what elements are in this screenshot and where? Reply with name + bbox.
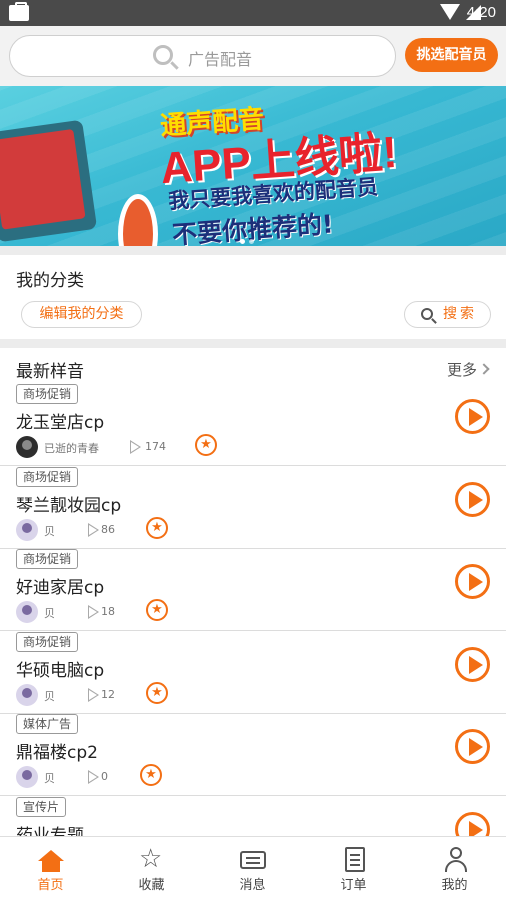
author-name: 贝 [44,525,55,538]
sample-name: 鼎福楼cp2 [16,743,98,763]
avatar [16,519,38,541]
play-count-icon [88,688,99,702]
promo-banner[interactable]: 通声配音 APP上线啦! 我只要我喜欢的配音员 不要你推荐的! [0,86,506,246]
status-time: 4:20 [466,4,496,21]
list-item[interactable]: 商场促销 华硕电脑cp 贝 12 ★ [0,632,506,714]
favorite-star-icon[interactable]: ★ [195,434,217,456]
sample-name: 药业专题 [16,826,84,836]
play-button[interactable] [455,399,490,434]
play-count-icon [88,523,99,537]
play-count-icon [130,440,141,454]
author-name: 贝 [44,772,55,785]
category-tag: 媒体广告 [16,714,79,734]
category-tag: 商场促销 [16,632,79,652]
author-name: 贝 [44,690,55,703]
my-category-section: 我的分类 编辑我的分类 搜索 [0,255,506,339]
nav-messages[interactable]: 消息 [202,837,303,901]
tablet-screen [0,128,86,230]
message-icon [240,851,266,869]
bottom-nav: 首页 ☆ 收藏 消息 订单 我的 [0,836,506,900]
nav-home[interactable]: 首页 [0,837,101,901]
pick-voice-actor-button[interactable]: 挑选配音员 [405,38,498,72]
play-count: 18 [101,605,115,618]
avatar [16,436,38,458]
wifi-icon [440,4,460,20]
category-tag: 宣传片 [16,797,67,817]
latest-title: 最新样音 [16,362,84,382]
top-bar: 广告配音 挑选配音员 [0,26,506,86]
status-bar: 4:20 [0,0,506,26]
search-placeholder: 广告配音 [188,50,253,69]
home-icon [38,850,64,872]
user-head [450,847,462,859]
avatar [16,601,38,623]
star-icon: ☆ [139,844,163,874]
search-icon [153,45,173,65]
list-item[interactable]: 媒体广告 鼎福楼cp2 贝 0 ★ [0,714,506,796]
author-name: 已逝的青春 [44,442,99,455]
nav-label: 消息 [239,878,266,893]
category-search-button[interactable]: 搜索 [404,301,491,328]
nav-label: 订单 [340,878,367,893]
user-icon [444,847,468,873]
order-icon [345,847,365,872]
list-item[interactable]: 宣传片 药业专题 [0,797,506,836]
nav-label: 我的 [441,878,468,893]
list-item[interactable]: 商场促销 龙玉堂店cp 已逝的青春 174 ★ [0,384,506,466]
briefcase-icon [9,2,29,21]
favorite-star-icon[interactable]: ★ [140,764,162,786]
section-divider [0,246,506,255]
category-tag: 商场促销 [16,467,79,487]
search-input[interactable]: 广告配音 [9,35,396,77]
play-button[interactable] [455,564,490,599]
nav-label: 首页 [37,878,64,893]
play-button[interactable] [455,812,490,836]
avatar [16,766,38,788]
avatar [16,684,38,706]
play-count: 174 [145,440,166,453]
chevron-right-icon [478,363,490,375]
pager-dot [249,239,254,244]
pager-dot [240,239,245,244]
sample-name: 琴兰靓妆园cp [16,496,122,516]
category-title: 我的分类 [16,271,84,291]
play-button[interactable] [455,482,490,517]
play-count: 0 [101,770,108,783]
more-label: 更多 [446,361,477,379]
author-name: 贝 [44,607,55,620]
play-count-icon [88,605,99,619]
sample-name: 华硕电脑cp [16,661,105,681]
category-tag: 商场促销 [16,384,79,404]
play-button[interactable] [455,647,490,682]
play-button[interactable] [455,729,490,764]
sample-name: 好迪家居cp [16,578,105,598]
nav-favorites[interactable]: ☆ 收藏 [101,837,202,901]
edit-category-button[interactable]: 编辑我的分类 [21,301,142,328]
more-link[interactable]: 更多 [446,359,490,380]
play-count: 12 [101,688,115,701]
banner-pager [238,229,256,246]
category-tag: 商场促销 [16,549,79,569]
play-count-icon [88,770,99,784]
play-count: 86 [101,523,115,536]
list-item[interactable]: 商场促销 琴兰靓妆园cp 贝 86 ★ [0,467,506,549]
tablet-illustration [0,119,98,243]
nav-label: 收藏 [138,878,165,893]
favorite-star-icon[interactable]: ★ [146,599,168,621]
favorite-star-icon[interactable]: ★ [146,517,168,539]
search-icon [421,308,433,320]
sample-name: 龙玉堂店cp [16,413,105,433]
home-body [42,860,60,872]
category-search-label: 搜索 [443,306,477,322]
latest-samples-section: 最新样音 更多 商场促销 龙玉堂店cp 已逝的青春 174 ★ 商场促销 琴兰靓… [0,348,506,836]
user-torso [445,860,467,872]
favorite-star-icon[interactable]: ★ [146,682,168,704]
section-divider [0,339,506,348]
list-item[interactable]: 商场促销 好迪家居cp 贝 18 ★ [0,549,506,631]
nav-profile[interactable]: 我的 [404,837,505,901]
nav-orders[interactable]: 订单 [303,837,404,901]
